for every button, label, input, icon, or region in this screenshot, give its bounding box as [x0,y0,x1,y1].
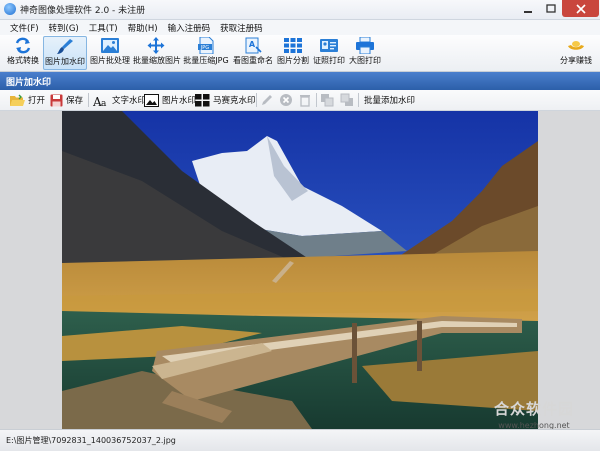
main-toolbar: 格式转换 图片加水印 图片批处理 批量缩放图片 JPG 批量压缩JPG A 看图… [0,35,600,72]
tool-label: 大图打印 [349,56,381,65]
maximize-button[interactable] [540,0,562,17]
jpg-file-icon: JPG [198,37,214,54]
tool-image-batch[interactable]: 图片批处理 [88,36,132,70]
tool-label: 看图重命名 [233,56,273,65]
trash-icon [300,95,310,107]
layer-back-button[interactable] [320,92,338,108]
pencil-icon [262,95,272,105]
open-folder-icon [10,94,25,106]
text-watermark-button[interactable]: A a 文字水印 [93,92,146,108]
image-canvas[interactable]: 合众软件园 www.hezhong.net [0,111,600,430]
tool-rename[interactable]: A 看图重命名 [233,36,273,70]
landscape-photo [62,111,538,429]
menu-get-code[interactable]: 获取注册码 [220,22,263,34]
tool-split-image[interactable]: 图片分割 [276,36,310,70]
tool-label: 图片分割 [277,56,309,65]
svg-text:A: A [249,40,256,49]
grid-split-icon [284,38,302,53]
toolbar-separator [256,93,257,107]
menu-tools[interactable]: 工具(T) [89,22,118,34]
mosaic-watermark-button[interactable]: 马赛克水印 [195,92,256,108]
tool-label: 格式转换 [7,56,39,65]
menu-file[interactable]: 文件(F) [10,22,39,34]
edit-button[interactable] [260,92,277,108]
section-title: 图片加水印 [6,78,52,88]
save-label: 保存 [66,96,84,106]
tool-label: 图片加水印 [45,57,85,66]
trash-button[interactable] [298,92,315,108]
save-disk-icon [50,94,63,106]
printer-icon [356,37,374,54]
minimize-icon [524,10,532,13]
toolbar-separator [88,93,89,107]
open-label: 打开 [28,96,46,106]
window-title: 神奇图像处理软件 2.0 - 未注册 [20,6,146,16]
layer-front-button[interactable] [340,92,358,108]
menu-goto[interactable]: 转到(G) [49,22,79,34]
batch-watermark-label: 批量添加水印 [364,96,416,106]
svg-text:JPG: JPG [200,45,209,51]
gold-ingot-icon [568,41,584,50]
minimize-button[interactable] [516,0,540,17]
mosaic-icon [195,93,210,106]
app-logo-icon [4,3,16,15]
batch-watermark-button[interactable]: 批量添加水印 [364,92,415,108]
mosaic-watermark-label: 马赛克水印 [213,96,256,106]
layer-icon [321,94,334,107]
file-path: E:\图片管理\7092831_140036752037_2.jpg [6,436,176,445]
watermark-toolbar: 打开 保存 A a 文字水印 图片水印 马赛克水印 批量添加水印 [0,90,600,111]
brush-icon [57,39,73,54]
tool-id-print[interactable]: 证照打印 [312,36,346,70]
delete-button[interactable] [279,92,296,108]
layer-front-icon [340,93,353,106]
text-watermark-label: 文字水印 [112,96,147,106]
share-label: 分享赚钱 [560,56,592,65]
menu-help[interactable]: 帮助(H) [128,22,158,34]
maximize-icon [546,3,556,13]
menu-enter-code[interactable]: 输入注册码 [168,22,211,34]
tool-batch-resize[interactable]: 批量缩放图片 [133,36,181,70]
open-button[interactable]: 打开 [10,92,45,108]
tool-large-print[interactable]: 大图打印 [347,36,383,70]
image-batch-icon [101,38,119,53]
resize-arrows-icon [147,37,165,54]
tool-add-watermark[interactable]: 图片加水印 [43,36,87,70]
tool-label: 批量压缩JPG [183,56,229,65]
close-icon [575,3,586,14]
tool-label: 图片批处理 [90,56,130,65]
tool-format-convert[interactable]: 格式转换 [4,36,42,70]
tool-label: 批量缩放图片 [133,56,181,65]
share-earn-button[interactable]: 分享赚钱 [556,36,596,70]
close-button[interactable] [562,0,599,17]
format-convert-icon [15,37,31,54]
section-header: 图片加水印 [0,72,600,90]
site-watermark: 合众软件园 www.hezhong.net [470,398,598,430]
toolbar-separator [316,93,317,107]
clear-circle-icon [280,94,292,106]
tool-batch-compress-jpg[interactable]: JPG 批量压缩JPG [182,36,230,70]
image-frame-icon [144,93,159,107]
image-watermark-button[interactable]: 图片水印 [144,92,196,108]
tool-label: 证照打印 [313,56,345,65]
status-bar: E:\图片管理\7092831_140036752037_2.jpg [0,429,600,451]
watermark-text: 合众软件园 [493,400,574,418]
title-bar: 神奇图像处理软件 2.0 - 未注册 [0,0,600,20]
rename-icon: A [245,37,262,54]
text-aa-icon: A a [93,95,107,107]
image-watermark-label: 图片水印 [162,96,197,106]
id-card-icon [320,39,338,52]
svg-text:a: a [101,99,107,107]
toolbar-separator [358,93,359,107]
save-button[interactable]: 保存 [50,92,83,108]
menu-bar: 文件(F) 转到(G) 工具(T) 帮助(H) 输入注册码 获取注册码 [0,20,600,35]
